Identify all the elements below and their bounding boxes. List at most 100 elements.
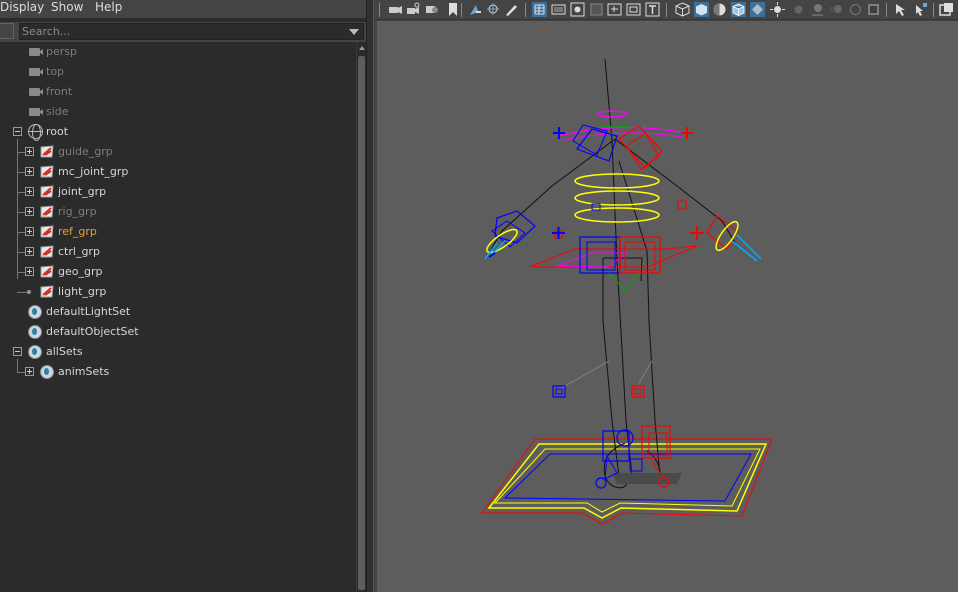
smooth-shade-icon[interactable] (694, 2, 709, 17)
menu-show[interactable]: Show (51, 0, 83, 16)
outliner-item-persp[interactable]: persp (0, 42, 356, 62)
wireframe-on-shaded-icon[interactable] (731, 2, 746, 17)
outliner-item-ctrl-grp[interactable]: ctrl_grp (0, 242, 356, 262)
expand-toggle-icon[interactable] (25, 227, 34, 236)
group-icon (40, 245, 54, 258)
pencil-icon[interactable] (504, 2, 519, 17)
image-plane-icon[interactable] (446, 2, 461, 17)
grid-icon[interactable] (532, 2, 547, 17)
item-label: side (46, 105, 69, 118)
outliner-item-mc-joint-grp[interactable]: mc_joint_grp (0, 162, 356, 182)
default-material-icon[interactable] (712, 2, 727, 17)
outliner-item-all-sets[interactable]: allSets (0, 342, 356, 362)
expand-toggle-icon[interactable] (25, 267, 34, 276)
spine-controls[interactable] (574, 173, 660, 223)
toolbar-separator (379, 3, 380, 17)
field-chart-icon[interactable] (607, 2, 622, 17)
resolution-gate-icon[interactable] (570, 2, 585, 17)
item-label: light_grp (58, 285, 107, 298)
collapse-toggle-icon[interactable] (13, 127, 22, 136)
xray-icon[interactable] (750, 2, 765, 17)
outliner-item-guide-grp[interactable]: guide_grp (0, 142, 356, 162)
grease-pencil-icon[interactable] (486, 2, 501, 17)
group-icon (40, 225, 54, 238)
outliner-item-rig-grp[interactable]: rig_grp (0, 202, 356, 222)
use-all-lights-icon[interactable] (770, 2, 785, 17)
select-camera-icon[interactable] (388, 2, 403, 17)
viewport-toolbar (374, 0, 958, 20)
item-label: ref_grp (58, 225, 97, 238)
screen-space-ao-icon[interactable] (810, 2, 825, 17)
camera-icon (29, 68, 43, 76)
wireframe-icon[interactable] (675, 2, 690, 17)
xray-joints-icon[interactable] (913, 2, 928, 17)
group-icon (40, 185, 54, 198)
item-label: defaultObjectSet (46, 325, 139, 338)
panel-splitter[interactable] (366, 0, 374, 592)
expand-toggle-icon[interactable] (25, 207, 34, 216)
rig-scene[interactable] (377, 21, 958, 592)
menu-display[interactable]: Display (0, 0, 44, 16)
outliner-item-geo-grp[interactable]: geo_grp (0, 262, 356, 282)
bookmark-icon[interactable] (425, 2, 440, 17)
object-set-icon (28, 325, 42, 339)
scroll-up-arrow-icon[interactable] (359, 46, 365, 50)
outliner-item-default-light-set[interactable]: defaultLightSet (0, 302, 356, 322)
scrollbar-thumb[interactable] (358, 56, 365, 590)
3d-viewport[interactable] (377, 21, 958, 592)
pole-vector-controls[interactable] (552, 360, 653, 398)
isolate-select-icon[interactable] (894, 2, 909, 17)
toolbar-separator (886, 3, 887, 17)
hip-controls[interactable] (530, 200, 698, 292)
outliner-item-side[interactable]: side (0, 102, 356, 122)
item-label: top (46, 65, 65, 78)
expand-toggle-icon[interactable] (25, 167, 34, 176)
outliner-item-anim-sets[interactable]: animSets (0, 362, 356, 382)
object-set-icon (40, 365, 54, 379)
outliner-item-light-grp[interactable]: light_grp (0, 282, 356, 302)
item-label: defaultLightSet (46, 305, 131, 318)
item-label: mc_joint_grp (58, 165, 129, 178)
chest-controls[interactable] (553, 110, 693, 170)
item-label: geo_grp (58, 265, 103, 278)
group-icon (40, 205, 54, 218)
expand-toggle-icon[interactable] (25, 187, 34, 196)
outliner-item-default-object-set[interactable]: defaultObjectSet (0, 322, 356, 342)
search-row (0, 22, 366, 42)
outliner-scrollbar[interactable] (356, 42, 366, 592)
panel-layout-icon[interactable] (939, 2, 954, 17)
expand-toggle-icon[interactable] (25, 147, 34, 156)
film-gate-icon[interactable] (551, 2, 566, 17)
foot-controls[interactable] (595, 425, 682, 489)
collapse-toggle-icon[interactable] (13, 347, 22, 356)
safe-action-icon[interactable] (626, 2, 641, 17)
2d-pan-zoom-icon[interactable] (468, 2, 483, 17)
search-input[interactable] (22, 24, 342, 39)
shadows-icon[interactable] (791, 2, 806, 17)
item-label: joint_grp (58, 185, 107, 198)
group-icon (40, 265, 54, 278)
item-label: front (46, 85, 73, 98)
expand-toggle-icon[interactable] (25, 367, 34, 376)
depth-of-field-icon[interactable] (866, 2, 881, 17)
gate-mask-icon[interactable] (589, 2, 604, 17)
multisample-aa-icon[interactable] (848, 2, 863, 17)
outliner-item-root[interactable]: root (0, 122, 356, 142)
filter-options-icon[interactable] (0, 23, 14, 39)
search-dropdown-arrow-icon[interactable] (349, 29, 359, 35)
outliner-item-top[interactable]: top (0, 62, 356, 82)
item-label: persp (46, 45, 77, 58)
expand-toggle-icon[interactable] (25, 247, 34, 256)
outliner-item-front[interactable]: front (0, 82, 356, 102)
camera-attributes-icon[interactable] (406, 2, 421, 17)
outliner-item-ref-grp[interactable]: ref_grp (0, 222, 356, 242)
leaf-dot-icon (27, 290, 31, 294)
outliner-item-joint-grp[interactable]: joint_grp (0, 182, 356, 202)
camera-icon (29, 108, 43, 116)
outliner-menubar: Display Show Help (0, 0, 366, 18)
menu-help[interactable]: Help (95, 0, 122, 16)
search-field[interactable] (19, 23, 364, 40)
safe-title-icon[interactable] (645, 2, 660, 17)
item-label: allSets (46, 345, 83, 358)
motion-blur-icon[interactable] (829, 2, 844, 17)
